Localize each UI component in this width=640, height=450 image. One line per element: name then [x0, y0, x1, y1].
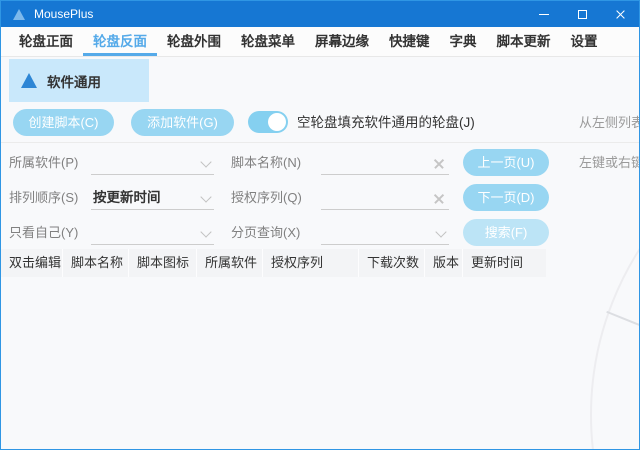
tab-settings[interactable]: 设置 [561, 27, 608, 56]
script-name-label: 脚本名称(N) [231, 149, 301, 177]
page-query-select[interactable] [321, 222, 449, 245]
software-select[interactable] [91, 152, 214, 175]
minimize-icon [539, 14, 549, 15]
tab-wheel-front[interactable]: 轮盘正面 [9, 27, 83, 56]
arrow-up-icon [21, 73, 37, 88]
chevron-down-icon [200, 226, 211, 237]
tab-screen-edge[interactable]: 屏幕边缘 [305, 27, 379, 56]
only-self-select[interactable] [91, 222, 214, 245]
col-software: 所属软件 [197, 249, 263, 277]
chevron-down-icon [200, 156, 211, 167]
close-button[interactable] [601, 1, 639, 27]
hint-text-left-list: 从左侧列表 [579, 109, 639, 136]
maximize-button[interactable] [563, 1, 601, 27]
tab-dictionary[interactable]: 字典 [440, 27, 487, 56]
tab-script-update[interactable]: 脚本更新 [487, 27, 561, 56]
close-icon [615, 9, 626, 20]
sort-order-label: 排列顺序(S) [9, 184, 78, 212]
prev-page-button[interactable]: 上一页(U) [463, 149, 549, 176]
software-label: 所属软件(P) [9, 149, 78, 177]
window-controls [525, 1, 639, 27]
create-script-button[interactable]: 创建脚本(C) [13, 109, 114, 136]
toggle-knob [267, 112, 287, 132]
add-software-button[interactable]: 添加软件(G) [131, 109, 234, 136]
clear-icon[interactable] [433, 192, 445, 204]
category-panel-software-general[interactable]: 软件通用 [9, 59, 149, 102]
tab-wheel-outer[interactable]: 轮盘外围 [157, 27, 231, 56]
maximize-icon [578, 10, 587, 19]
col-version: 版本 [425, 249, 463, 277]
tab-bar: 轮盘正面 轮盘反面 轮盘外围 轮盘菜单 屏幕边缘 快捷键 字典 脚本更新 设置 [1, 27, 639, 57]
script-name-input[interactable] [321, 152, 449, 175]
next-page-button[interactable]: 下一页(D) [463, 184, 549, 211]
minimize-button[interactable] [525, 1, 563, 27]
form-row-1: 所属软件(P) 脚本名称(N) 上一页(U) 左键或右键 [1, 149, 639, 177]
col-script-icon: 脚本图标 [129, 249, 197, 277]
form-row-2: 排列顺序(S) 按更新时间 授权序列(Q) 下一页(D) [1, 184, 639, 212]
fill-empty-wheel-toggle-label: 空轮盘填充软件通用的轮盘(J) [297, 109, 475, 136]
script-table-header: 双击编辑 脚本名称 脚本图标 所属软件 授权序列 下载次数 版本 更新时间 [1, 249, 546, 277]
app-logo-icon [13, 9, 25, 20]
sort-order-select-value: 按更新时间 [91, 187, 214, 209]
chevron-down-icon [435, 226, 446, 237]
title-bar: MousePlus [1, 1, 639, 27]
app-window: MousePlus 轮盘正面 轮盘反面 轮盘外围 轮盘菜单 屏幕边缘 快捷键 字… [0, 0, 640, 450]
only-self-label: 只看自己(Y) [9, 219, 78, 247]
auth-serial-input[interactable] [321, 187, 449, 210]
hint-text-mouse-buttons: 左键或右键 [579, 149, 639, 177]
category-panel-label: 软件通用 [47, 71, 101, 91]
content-area: 软件通用 创建脚本(C) 添加软件(G) 空轮盘填充软件通用的轮盘(J) 从左侧… [1, 57, 639, 449]
window-title: MousePlus [34, 7, 93, 21]
clear-icon[interactable] [433, 157, 445, 169]
fill-empty-wheel-toggle[interactable] [248, 111, 288, 133]
tab-wheel-menu[interactable]: 轮盘菜单 [231, 27, 305, 56]
col-script-name: 脚本名称 [63, 249, 129, 277]
page-query-label: 分页查询(X) [231, 219, 300, 247]
col-auth-serial: 授权序列 [263, 249, 359, 277]
tab-wheel-back[interactable]: 轮盘反面 [83, 27, 157, 56]
col-update-time: 更新时间 [463, 249, 546, 277]
col-download-count: 下载次数 [359, 249, 425, 277]
tab-hotkeys[interactable]: 快捷键 [379, 27, 440, 56]
form-row-3: 只看自己(Y) 分页查询(X) 搜索(F) [1, 219, 639, 247]
toolbar-divider [1, 142, 639, 143]
auth-serial-label: 授权序列(Q) [231, 184, 302, 212]
sort-order-select[interactable]: 按更新时间 [91, 187, 214, 210]
search-button[interactable]: 搜索(F) [463, 219, 549, 246]
col-double-click-edit: 双击编辑 [1, 249, 63, 277]
